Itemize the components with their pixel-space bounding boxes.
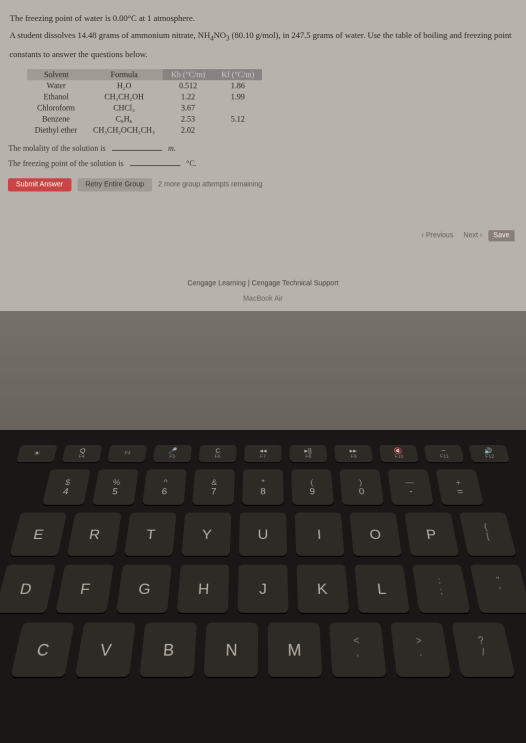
letter-key-b: B <box>139 623 197 677</box>
question-freezing-point: The freezing point of the solution is °C… <box>8 159 518 168</box>
th-solvent: Solvent <box>27 69 85 80</box>
letter-key-n: N <box>204 623 258 677</box>
previous-link[interactable]: ‹ Previous <box>422 232 454 239</box>
punct-key: "' <box>470 565 526 613</box>
table-row: Diethyl etherCH₃CH₂OCH₂CH₃2.02 <box>27 124 263 135</box>
solvent-table: Solvent Formula Kb (°C/m) Kf (°C/m) Wate… <box>27 69 263 136</box>
number-key: ^6 <box>142 469 186 504</box>
letter-key-p: P <box>404 513 459 556</box>
letter-key-t: T <box>124 513 176 556</box>
number-key: (9 <box>291 469 333 504</box>
letter-key-r: R <box>67 513 122 556</box>
device-label: MacBook Air <box>7 295 520 302</box>
fn-key: ▸▸F9 <box>334 445 373 462</box>
table-row: WaterH₂O0.5121.86 <box>27 80 262 91</box>
problem-line3: constants to answer the questions below. <box>9 48 516 61</box>
fn-key: QF4 <box>62 445 103 462</box>
number-key: %5 <box>92 469 138 504</box>
letter-key-g: G <box>116 565 171 613</box>
letter-key-u: U <box>239 513 287 556</box>
th-kf: Kf (°C/m) <box>213 69 262 80</box>
letter-key-i: I <box>295 513 345 556</box>
letter-key-e: E <box>10 513 67 556</box>
fn-key: ☀ <box>16 445 57 462</box>
punct-key: ?/ <box>452 623 516 677</box>
attempts-remaining: 2 more group attempts remaining <box>158 181 262 188</box>
prob-part-a: A student dissolves 14.48 grams of ammon… <box>10 30 211 40</box>
table-row: BenzeneC₆H₆2.535.12 <box>27 113 262 124</box>
next-link[interactable]: Next › <box>463 232 482 239</box>
punct-key: {[ <box>459 513 516 556</box>
letter-key-h: H <box>177 565 230 613</box>
letter-key-o: O <box>350 513 402 556</box>
letter-key-d: D <box>0 565 56 613</box>
th-formula: Formula <box>85 69 163 80</box>
prob-part-b: NO <box>214 30 226 40</box>
fn-key: ▸||F8 <box>289 445 327 462</box>
fn-key: 🎤F5 <box>153 445 192 462</box>
fn-key: 🔊F12 <box>469 445 510 462</box>
retry-button[interactable]: Retry Entire Group <box>77 178 152 191</box>
table-header-row: Solvent Formula Kb (°C/m) Kf (°C/m) <box>27 69 262 80</box>
letter-key-c: C <box>11 623 75 677</box>
letter-key-l: L <box>354 565 409 613</box>
number-key: —- <box>387 469 433 504</box>
letter-key-v: V <box>75 623 136 677</box>
letter-key-j: J <box>238 565 289 613</box>
problem-statement: A student dissolves 14.48 grams of ammon… <box>10 29 517 44</box>
submit-button[interactable]: Submit Answer <box>8 178 71 191</box>
punct-key: <, <box>329 623 387 677</box>
freezing-point-input[interactable] <box>130 165 180 166</box>
question-molality: The molality of the solution is m. <box>8 143 517 152</box>
molality-input[interactable] <box>112 150 162 151</box>
fn-key: 🔇F10 <box>379 445 419 462</box>
freezing-point-line: The freezing point of water is 0.00°C at… <box>10 12 517 25</box>
number-key: $4 <box>42 469 90 504</box>
save-button[interactable]: Save <box>488 230 514 241</box>
number-key: &7 <box>192 469 234 504</box>
fn-key: F4 <box>107 445 147 462</box>
punct-key: >. <box>390 623 451 677</box>
table-row: EthanolCH₃CH₂OH1.221.99 <box>27 91 262 102</box>
th-kb: Kb (°C/m) <box>163 69 213 80</box>
letter-key-f: F <box>56 565 114 613</box>
fn-key: ◂◂F7 <box>244 445 281 462</box>
letter-key-m: M <box>268 623 322 677</box>
fn-key: CF6 <box>199 445 237 462</box>
table-row: ChloroformCHCl₃3.67 <box>27 102 262 113</box>
punct-key: :; <box>412 565 470 613</box>
support-link[interactable]: Cengage Learning | Cengage Technical Sup… <box>7 280 519 287</box>
number-key: )0 <box>339 469 383 504</box>
physical-keyboard: ☀ QF4F4 🎤F5 CF6 ◂◂F7 ▸||F8 ▸▸F9 🔇F10 −F11🔊F12 $4… <box>0 430 526 743</box>
letter-key-y: Y <box>182 513 232 556</box>
fn-key: −F11 <box>424 445 465 462</box>
number-key: += <box>436 469 484 504</box>
prob-part-c: (80.10 g/mol), in 247.5 grams of water. … <box>229 30 511 40</box>
number-key: *8 <box>242 469 283 504</box>
letter-key-k: K <box>297 565 350 613</box>
